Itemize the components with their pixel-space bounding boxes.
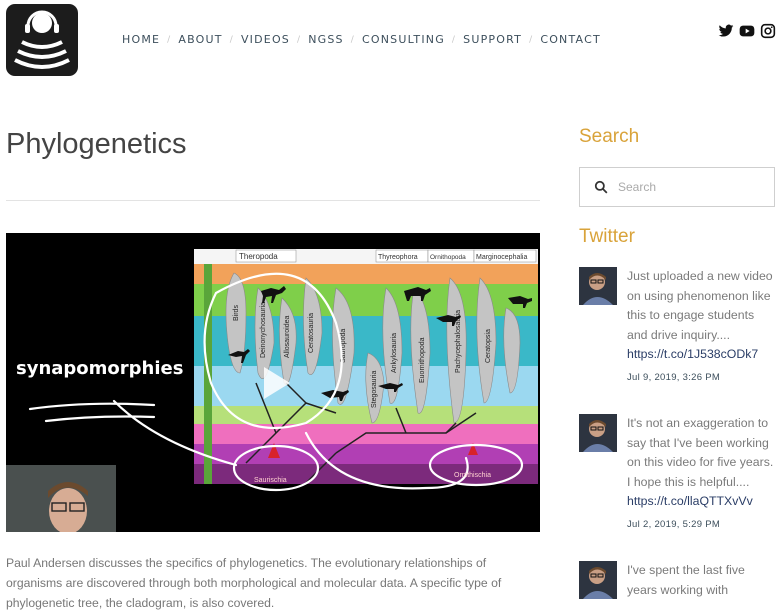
avatar[interactable] bbox=[579, 561, 617, 599]
social-links bbox=[718, 23, 776, 39]
branch-label: Birds bbox=[233, 305, 240, 321]
branch-label: Deinonychosauria bbox=[260, 302, 267, 358]
tweet-link[interactable]: https://t.co/1J538cODk7 bbox=[627, 345, 777, 365]
search-icon bbox=[594, 180, 608, 194]
tweet-text: It's not an exaggeration to say that I'v… bbox=[627, 416, 774, 489]
branch-label: Euornithopoda bbox=[419, 337, 426, 383]
nav-ngss[interactable]: NGSS bbox=[308, 33, 344, 46]
tweet-link[interactable]: https://t.co/llaQTTXvVv bbox=[627, 492, 777, 512]
avatar[interactable] bbox=[579, 414, 617, 452]
main-nav: HOME / ABOUT / VIDEOS / NGSS / CONSULTIN… bbox=[122, 33, 601, 46]
top-label: Marginocephalia bbox=[476, 254, 527, 261]
top-label: Theropoda bbox=[239, 252, 278, 261]
nav-separator: / bbox=[350, 34, 355, 45]
nav-support[interactable]: SUPPORT bbox=[463, 33, 522, 46]
nav-consulting[interactable]: CONSULTING bbox=[362, 33, 445, 46]
tweet-text: I've spent the last five years working w… bbox=[627, 563, 745, 597]
branch-label: Ankylosauria bbox=[391, 333, 398, 373]
tweet-date: Jul 9, 2019, 3:26 PM bbox=[627, 371, 721, 383]
twitter-heading: Twitter bbox=[579, 226, 635, 247]
nav-about[interactable]: ABOUT bbox=[178, 33, 222, 46]
nav-videos[interactable]: VIDEOS bbox=[241, 33, 290, 46]
nav-contact[interactable]: CONTACT bbox=[540, 33, 601, 46]
tweet-date: Jul 2, 2019, 5:29 PM bbox=[627, 518, 721, 530]
search-input[interactable] bbox=[616, 179, 760, 195]
top-label: Ornithopoda bbox=[430, 254, 466, 261]
cladogram-video-thumbnail: Theropoda Thyreophora Ornithopoda Margin… bbox=[6, 233, 540, 532]
top-label: Thyreophora bbox=[378, 254, 418, 261]
clade-header-labels: Theropoda Thyreophora Ornithopoda Margin… bbox=[235, 249, 537, 263]
title-divider bbox=[6, 200, 540, 201]
search-heading: Search bbox=[579, 126, 640, 147]
tweet-text: Just uploaded a new video on using pheno… bbox=[627, 269, 773, 342]
site-logo[interactable] bbox=[6, 4, 78, 76]
avatar[interactable] bbox=[579, 267, 617, 305]
nav-separator: / bbox=[296, 34, 302, 45]
instagram-icon[interactable] bbox=[760, 23, 776, 39]
branch-label: Stegosauria bbox=[371, 371, 378, 408]
nav-separator: / bbox=[451, 34, 457, 45]
synapomorphies-label: synapomorphies bbox=[16, 358, 183, 379]
branch-label: Allosauroidea bbox=[284, 315, 291, 358]
search-box bbox=[579, 167, 775, 207]
video-description: Paul Andersen discusses the specifics of… bbox=[6, 556, 502, 610]
branch-label: Ceratopsia bbox=[485, 329, 492, 363]
video-player[interactable]: Theropoda Thyreophora Ornithopoda Margin… bbox=[6, 233, 540, 532]
twitter-icon[interactable] bbox=[718, 23, 734, 39]
headphones-logo-icon bbox=[14, 10, 70, 69]
bottom-label: Saurischia bbox=[254, 477, 287, 484]
youtube-icon[interactable] bbox=[739, 23, 755, 39]
nav-separator: / bbox=[167, 34, 172, 45]
bottom-label: Ornithischia bbox=[454, 472, 491, 479]
nav-separator: / bbox=[229, 34, 234, 45]
branch-label: Ceratosauria bbox=[308, 313, 315, 353]
nav-separator: / bbox=[529, 34, 534, 45]
nav-home[interactable]: HOME bbox=[122, 33, 160, 46]
page-title: Phylogenetics bbox=[6, 128, 187, 160]
